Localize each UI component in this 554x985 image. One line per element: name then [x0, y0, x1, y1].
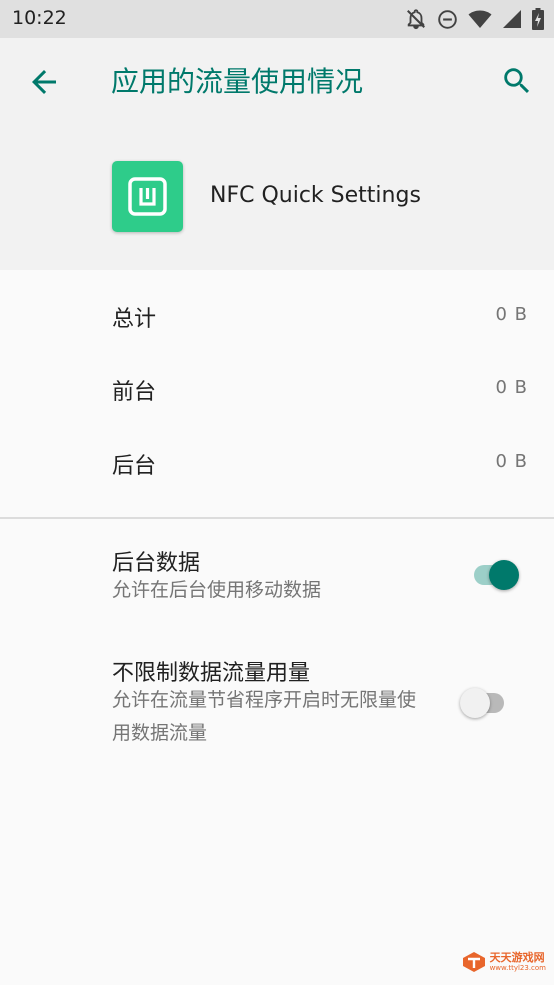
notifications-off-icon — [405, 8, 427, 30]
search-icon — [504, 68, 530, 94]
unrestricted-data-summary: 允许在流量节省程序开启时无限量使用数据流量 — [112, 689, 417, 744]
section-divider — [0, 517, 554, 519]
status-bar: 10:22 — [0, 0, 554, 38]
wifi-icon — [468, 9, 492, 29]
watermark-text: 天天游戏网 www.ttyl23.com — [490, 952, 546, 972]
switch-thumb — [489, 560, 519, 590]
do-not-disturb-icon — [437, 9, 458, 30]
background-data-row[interactable]: 后台数据 允许在后台使用移动数据 — [0, 520, 554, 625]
unrestricted-data-switch[interactable] — [460, 681, 516, 721]
usage-row-background[interactable]: 后台 0 B — [0, 424, 554, 498]
background-data-title: 后台数据 — [112, 551, 201, 576]
battery-charging-icon — [532, 8, 544, 30]
usage-value: 0 B — [495, 377, 528, 398]
nfc-app-icon — [112, 161, 183, 232]
unrestricted-data-title: 不限制数据流量用量 — [112, 661, 311, 686]
usage-value: 0 B — [495, 451, 528, 472]
app-header: 应用的流量使用情况 NFC Quick Settings — [0, 38, 554, 270]
unrestricted-data-row[interactable]: 不限制数据流量用量 允许在流量节省程序开启时无限量使用数据流量 — [0, 630, 554, 770]
status-icons — [405, 8, 544, 30]
watermark-logo-icon — [462, 952, 485, 972]
background-data-switch[interactable] — [470, 553, 526, 593]
usage-value: 0 B — [495, 304, 528, 325]
usage-row-foreground[interactable]: 前台 0 B — [0, 350, 554, 424]
watermark: 天天游戏网 www.ttyl23.com — [462, 951, 546, 973]
usage-label: 总计 — [112, 307, 157, 332]
watermark-title: 天天游戏网 — [489, 951, 545, 964]
page-title: 应用的流量使用情况 — [111, 65, 364, 98]
watermark-url: www.ttyl23.com — [489, 964, 546, 972]
status-time: 10:22 — [12, 7, 67, 29]
usage-label: 前台 — [112, 380, 157, 405]
arrow-back-icon — [32, 70, 56, 94]
back-button[interactable] — [26, 64, 62, 100]
usage-row-total[interactable]: 总计 0 B — [0, 277, 554, 351]
app-name: NFC Quick Settings — [210, 183, 421, 208]
background-data-summary: 允许在后台使用移动数据 — [112, 579, 322, 601]
search-button[interactable] — [500, 64, 534, 98]
usage-label: 后台 — [112, 454, 157, 479]
signal-icon — [502, 9, 522, 29]
switch-thumb — [460, 688, 490, 718]
